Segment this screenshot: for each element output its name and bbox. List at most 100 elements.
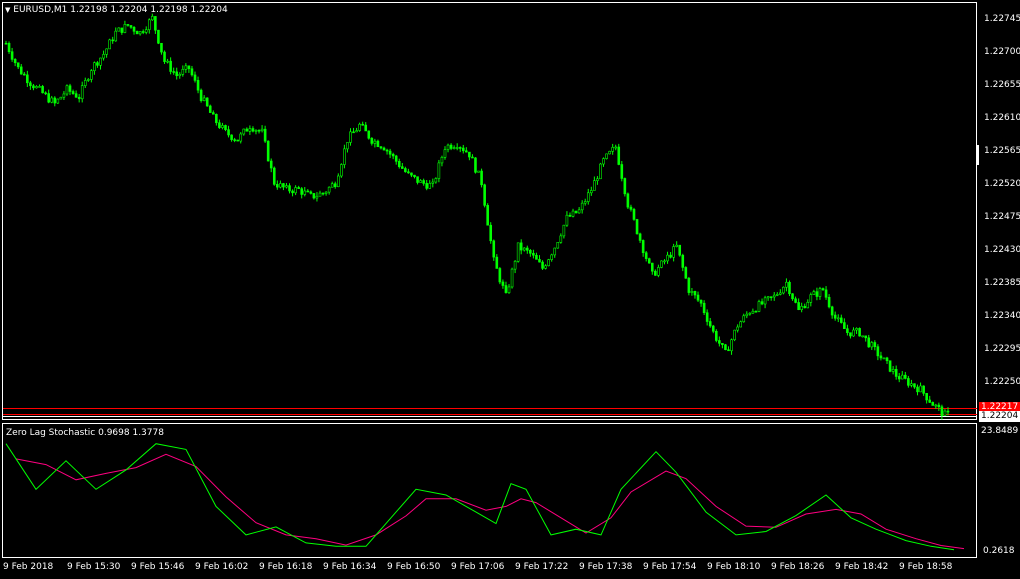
candle-body	[117, 27, 121, 32]
candle-body	[840, 317, 843, 323]
candle-body	[236, 139, 239, 142]
time-tick-label: 9 Feb 16:34	[323, 562, 377, 572]
candle-body	[644, 252, 648, 259]
candle-body	[836, 317, 840, 320]
candle-body	[900, 374, 904, 380]
candle-body	[138, 31, 142, 35]
candle-body	[763, 297, 767, 305]
candle-body	[346, 142, 349, 150]
candle-body	[772, 294, 776, 298]
candle-body	[629, 206, 633, 210]
candle-body	[38, 86, 41, 88]
candle-body	[614, 146, 618, 149]
price-tick-label: 1.22655	[984, 80, 1020, 90]
candle-body	[178, 74, 182, 77]
candle-body	[196, 80, 200, 91]
candle-body	[864, 335, 867, 339]
candle-body	[708, 321, 712, 327]
candle-body	[306, 190, 310, 193]
candle-body	[501, 281, 505, 286]
candle-body	[650, 262, 654, 272]
candle-body	[419, 180, 422, 183]
price-tick-label: 1.22565	[984, 146, 1020, 156]
candle-body	[577, 209, 581, 214]
candle-body	[44, 92, 47, 95]
candle-body	[867, 337, 871, 348]
candle-body	[333, 183, 337, 188]
candle-body	[617, 146, 621, 165]
candle-body	[544, 265, 547, 269]
candle-body	[327, 186, 331, 193]
candle-body	[26, 74, 29, 84]
candle-body	[181, 69, 185, 75]
candle-body	[59, 96, 63, 100]
candle-body	[160, 42, 163, 53]
candle-body	[538, 259, 541, 263]
candle-body	[739, 321, 742, 328]
candle-body	[19, 66, 23, 75]
candle-body	[580, 202, 584, 211]
candle-body	[251, 128, 255, 132]
candle-body	[766, 296, 770, 299]
candle-body	[388, 150, 392, 155]
candle-body	[391, 153, 395, 157]
candle-body	[431, 181, 435, 184]
candle-body	[446, 144, 450, 150]
current-price-label: 1.22204	[979, 411, 1020, 422]
candle-body	[696, 294, 700, 301]
price-scale-marker[interactable]	[976, 145, 979, 165]
candle-body	[434, 178, 438, 183]
candle-body	[407, 171, 410, 174]
candle-body	[218, 122, 221, 128]
candle-body	[202, 97, 206, 101]
candle-body	[507, 286, 511, 293]
candle-body	[638, 233, 642, 241]
candle-body	[245, 128, 249, 132]
candle-body	[559, 235, 563, 243]
candle-body	[215, 113, 218, 124]
collapse-arrow-icon[interactable]: ▼	[5, 6, 10, 14]
candle-body	[529, 249, 532, 254]
candle-body	[458, 147, 462, 149]
candle-body	[879, 355, 883, 359]
candle-body	[925, 393, 928, 401]
candle-body	[151, 16, 154, 21]
candle-body	[641, 240, 645, 254]
candle-body	[794, 298, 797, 303]
time-tick-label: 9 Feb 17:22	[515, 562, 569, 572]
time-tick-label: 9 Feb 15:30	[67, 562, 121, 572]
candle-body	[526, 247, 529, 251]
time-tick-label: 9 Feb 18:26	[771, 562, 825, 572]
candle-body	[788, 281, 791, 295]
candle-body	[532, 253, 535, 256]
candle-body	[199, 89, 203, 101]
candle-body	[260, 128, 264, 132]
candle-body	[440, 157, 444, 164]
candle-body	[340, 164, 343, 177]
candle-body	[465, 150, 468, 153]
candle-body	[596, 178, 599, 181]
candle-body	[605, 153, 608, 159]
candle-body	[129, 25, 133, 28]
candle-body	[535, 254, 538, 260]
price-tick-label: 1.22700	[984, 47, 1020, 57]
candle-body	[751, 310, 755, 314]
candle-body	[913, 383, 916, 388]
candle-body	[471, 156, 474, 159]
candle-body	[556, 242, 560, 249]
candle-body	[428, 183, 432, 189]
candle-body	[757, 301, 761, 312]
candle-body	[516, 242, 520, 262]
candle-body	[571, 210, 575, 217]
candle-body	[324, 191, 328, 194]
candle-body	[602, 158, 605, 165]
candle-body	[800, 305, 803, 311]
candle-body	[279, 183, 282, 188]
candle-body	[678, 244, 682, 256]
chart-window[interactable]	[0, 0, 1020, 579]
candle-body	[282, 183, 285, 188]
candle-body	[632, 209, 636, 220]
candle-body	[248, 128, 252, 132]
candle-body	[343, 148, 346, 165]
candle-body	[705, 312, 709, 322]
